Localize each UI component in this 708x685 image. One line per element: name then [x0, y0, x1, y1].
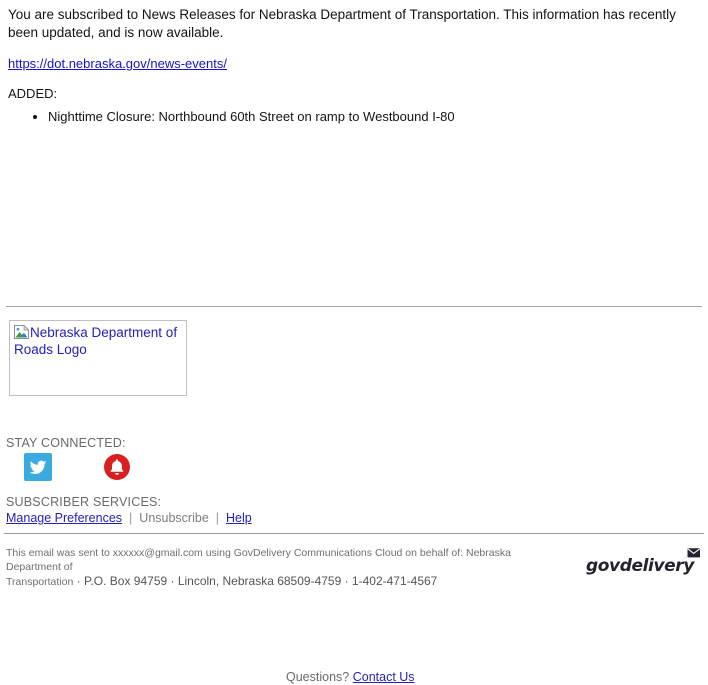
link-separator-2: | [215, 511, 220, 525]
footer-disclaimer: This email was sent to xxxxxx@gmail.com … [6, 546, 566, 590]
broken-image-alt-text-wrapper: Nebraska Department of Roads Logo [14, 324, 182, 358]
govdelivery-bell-icon[interactable] [103, 453, 131, 481]
unsubscribe-link[interactable]: Unsubscribe [139, 511, 208, 525]
nebraska-dot-logo-broken-image[interactable]: Nebraska Department of Roads Logo [9, 320, 187, 396]
news-events-link-line: https://dot.nebraska.gov/news-events/ [8, 56, 692, 72]
link-separator-1: | [129, 511, 133, 525]
stay-connected-label: STAY CONNECTED: [6, 436, 126, 450]
contact-us-link[interactable]: Contact Us [353, 670, 415, 684]
news-events-link[interactable]: https://dot.nebraska.gov/news-events/ [8, 56, 227, 71]
email-message-body: You are subscribed to News Releases for … [8, 6, 692, 125]
intro-paragraph: You are subscribed to News Releases for … [8, 7, 676, 40]
list-item: Nighttime Closure: Northbound 60th Stree… [48, 108, 692, 125]
help-link[interactable]: Help [226, 511, 252, 525]
govdelivery-logo: govdelivery [586, 547, 702, 577]
footer-line-2-rest: · P.O. Box 94759 · Lincoln, Nebraska 685… [76, 574, 438, 588]
footer-line-2-lead: Transportation [6, 576, 74, 588]
added-items-list: Nighttime Closure: Northbound 60th Stree… [8, 108, 692, 125]
footer-line-1: This email was sent to xxxxxx@gmail.com … [6, 547, 511, 573]
govdelivery-wordmark: govdelivery [586, 556, 694, 576]
twitter-icon[interactable] [24, 453, 52, 481]
footer-divider-bottom [4, 533, 704, 534]
broken-image-alt-text: Nebraska Department of Roads Logo [14, 325, 178, 357]
questions-label: Questions? [286, 670, 350, 684]
contact-block: Questions? Contact Us [286, 670, 415, 685]
footer-divider-top [6, 306, 702, 307]
social-icons-row [24, 453, 131, 483]
logo-contact-row: Nebraska Department of Roads Logo Questi… [0, 318, 708, 684]
subscriber-services-label: SUBSCRIBER SERVICES: [6, 495, 162, 509]
footer-line-2: Transportation · P.O. Box 94759 · Lincol… [6, 574, 566, 590]
broken-image-icon [14, 324, 30, 339]
subscriber-services-links: Manage Preferences | Unsubscribe | Help [6, 510, 252, 526]
added-label: ADDED: [8, 86, 58, 101]
manage-preferences-link[interactable]: Manage Preferences [6, 511, 122, 525]
